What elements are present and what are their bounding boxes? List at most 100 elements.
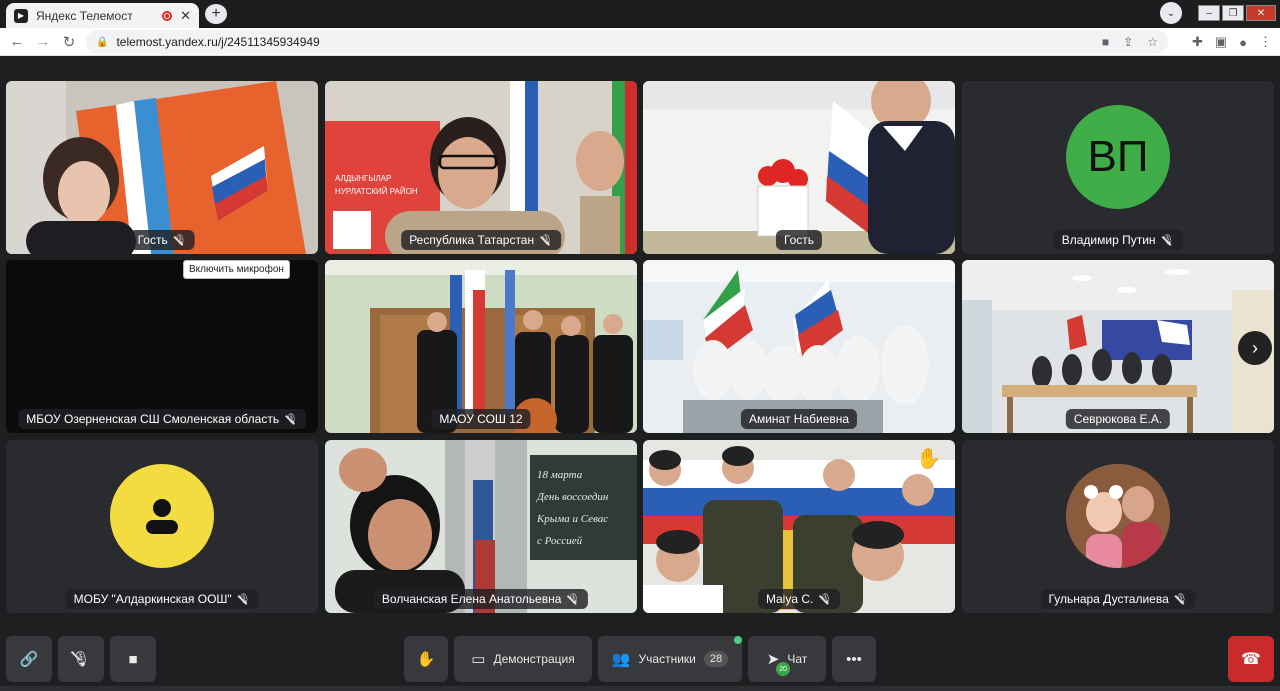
initials-avatar: ВП [1066, 105, 1170, 210]
camera-permission-icon[interactable]: ■ [1102, 35, 1109, 49]
video-tile[interactable]: Севрюкова Е.А. [962, 260, 1274, 433]
participant-name: Гость [137, 233, 168, 247]
profile-icon[interactable]: ● [1239, 35, 1247, 50]
link-icon: 🔗 [19, 651, 39, 668]
copy-link-button[interactable]: 🔗 [6, 636, 52, 682]
browser-tab[interactable]: ▶ Яндекс Телемост ✕ [6, 3, 199, 28]
video-tile-active-speaker[interactable]: Гость [643, 81, 955, 254]
video-tile[interactable]: 18 марта День воссоедин Крыма и Севас с … [325, 440, 637, 613]
video-feed [643, 260, 955, 433]
extensions-icon[interactable]: ✚ [1192, 34, 1203, 50]
leave-call-button[interactable]: ☎ [1228, 636, 1274, 682]
screen-share-icon: ▭ [471, 651, 486, 668]
raise-hand-button[interactable]: ✋ [404, 636, 448, 682]
recording-indicator-icon [162, 10, 173, 21]
video-tile[interactable]: МОБУ "Алдаркинская ООШ" 🎙 [6, 440, 318, 613]
video-feed [643, 81, 955, 254]
user-icon [146, 499, 178, 535]
more-options-button[interactable]: ••• [832, 636, 876, 682]
screen-share-label: Демонстрация [493, 652, 575, 666]
blackboard-line-2: День воссоедин [536, 491, 609, 503]
participant-nameplate: Аминат Набиевна [740, 409, 858, 429]
participant-nameplate: Владимир Путин 🎙 [1053, 230, 1183, 250]
video-tile[interactable]: МАОУ СОШ 12 [325, 260, 637, 433]
telemost-favicon-icon: ▶ [14, 8, 28, 23]
participant-nameplate: Волчанская Елена Анатольевна 🎙 [373, 589, 589, 609]
omnibox-icons: ■ ⇪ ☆ [1102, 30, 1158, 54]
tab-close-icon[interactable]: ✕ [180, 8, 191, 24]
microphone-toggle-button[interactable]: 🎙 [58, 636, 104, 682]
screen-share-button[interactable]: ▭ Демонстрация [454, 636, 592, 682]
new-tab-button[interactable]: + [205, 4, 227, 24]
share-icon[interactable]: ⇪ [1123, 35, 1133, 49]
participant-nameplate: МБОУ Озерненская СШ Смоленская область 🎙 [18, 409, 306, 429]
chat-unread-badge: 20 [776, 662, 790, 676]
back-button[interactable]: ← [4, 29, 30, 55]
participants-icon: 👥 [611, 651, 631, 668]
participant-name: Гульнара Дусталиева [1048, 592, 1169, 606]
participant-name: Гость [783, 233, 815, 247]
chevron-down-icon[interactable]: ⌄ [1160, 2, 1182, 24]
video-feed: 18 марта День воссоедин Крыма и Севас с … [325, 440, 637, 613]
more-dots-icon: ••• [846, 650, 862, 668]
raised-hand-icon: ✋ [916, 448, 941, 470]
participant-name: МАОУ СОШ 12 [439, 412, 523, 426]
mic-off-icon: 🎙 [1161, 234, 1175, 246]
tab-title: Яндекс Телемост [36, 8, 133, 23]
camera-toggle-button[interactable]: ■ [110, 636, 156, 682]
online-indicator-dot [734, 636, 742, 644]
video-feed [325, 260, 637, 433]
participant-nameplate: Maiya C. 🎙 [757, 589, 841, 609]
participant-nameplate: МОБУ "Алдаркинская ООШ" 🎙 [65, 589, 259, 609]
avatar-initials: ВП [1087, 132, 1149, 182]
mic-off-icon: 🎙 [285, 413, 298, 425]
mic-off-icon: 🎙 [540, 234, 553, 246]
video-feed [6, 81, 318, 254]
chat-label: Чат [787, 652, 808, 666]
url-field[interactable]: 🔒 telemost.yandex.ru/j/24511345934949 ■ … [86, 30, 1168, 54]
restore-button[interactable]: ❐ [1222, 5, 1244, 21]
photo-avatar [1066, 464, 1170, 569]
mic-off-icon: 🎙 [819, 593, 833, 605]
blackboard-line-1: 18 марта [537, 469, 583, 481]
blackboard-line-4: с Россией [537, 535, 583, 547]
sidebar-icon[interactable]: ▣ [1215, 34, 1227, 50]
camera-icon: ■ [128, 650, 138, 668]
chat-button[interactable]: ➤ Чат [748, 636, 826, 682]
hand-icon: ✋ [416, 651, 436, 668]
menu-kebab-icon[interactable]: ⋮ [1259, 34, 1272, 50]
participant-name: МБОУ Озерненская СШ Смоленская область [26, 412, 280, 426]
participant-nameplate: МАОУ СОШ 12 [431, 409, 531, 429]
forward-button[interactable]: → [30, 29, 56, 55]
participant-nameplate: Гость 🎙 [129, 230, 195, 250]
participant-name: Севрюкова Е.А. [1073, 412, 1163, 426]
url-text: telemost.yandex.ru/j/24511345934949 [116, 35, 320, 49]
participant-nameplate: Гульнара Дусталиева 🎙 [1040, 589, 1196, 609]
video-feed: АЛДЫНГЫЛАР НУРЛАТСКИЙ РАЙОН [325, 81, 637, 254]
phone-hangup-icon: ☎ [1241, 651, 1261, 668]
participant-nameplate: Гость [775, 230, 823, 250]
participant-name: Республика Татарстан [409, 233, 535, 247]
participant-name: Владимир Путин [1061, 233, 1156, 247]
video-tile[interactable]: Гульнара Дусталиева 🎙 [962, 440, 1274, 613]
video-tile[interactable]: ✋ Maiya C. 🎙 [643, 440, 955, 613]
bookmark-star-icon[interactable]: ☆ [1147, 35, 1158, 49]
video-tile[interactable]: Гость 🎙 [6, 81, 318, 254]
video-tile[interactable]: АЛДЫНГЫЛАР НУРЛАТСКИЙ РАЙОН Республика Т… [325, 81, 637, 254]
extension-icons: ✚ ▣ ● ⋮ [1192, 30, 1272, 54]
video-feed [962, 260, 1274, 433]
video-tile[interactable]: МБОУ Озерненская СШ Смоленская область 🎙 [6, 260, 318, 433]
participants-button[interactable]: 👥 Участники 28 [598, 636, 742, 682]
participants-count: 28 [703, 651, 729, 667]
participant-name: Maiya C. [765, 592, 814, 606]
mic-off-icon: 🎙 [1174, 593, 1188, 605]
video-tile[interactable]: ВП Владимир Путин 🎙 [962, 81, 1274, 254]
mic-off-icon: 🎙 [71, 651, 91, 668]
next-page-button[interactable]: › [1238, 331, 1272, 365]
close-window-button[interactable]: ✕ [1246, 5, 1276, 21]
mic-off-icon: 🎙 [567, 593, 581, 605]
video-tile[interactable]: Аминат Набиевна [643, 260, 955, 433]
reload-button[interactable]: ↻ [56, 29, 82, 55]
minimize-button[interactable]: – [1198, 5, 1220, 21]
banner-line-2: НУРЛАТСКИЙ РАЙОН [335, 187, 418, 196]
